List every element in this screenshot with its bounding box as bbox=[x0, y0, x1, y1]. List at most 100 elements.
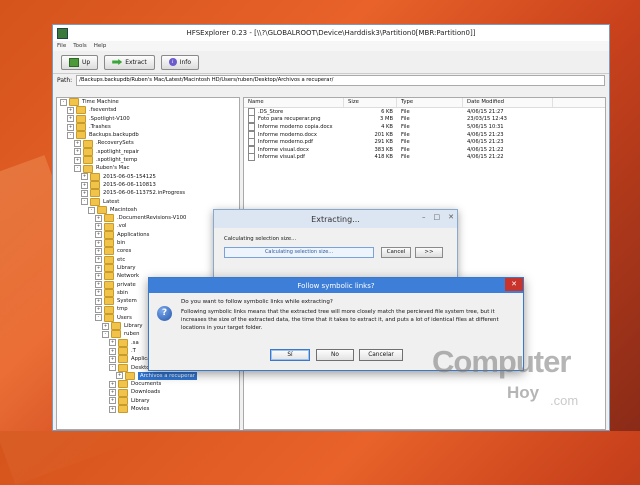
cancel-button[interactable]: Cancelar bbox=[359, 349, 403, 361]
expand-toggle-icon[interactable]: + bbox=[109, 389, 116, 397]
expand-toggle-icon[interactable]: + bbox=[109, 397, 116, 405]
tree-item[interactable]: +2015-06-06-113752.inProgress bbox=[57, 189, 239, 198]
expand-toggle-icon[interactable]: + bbox=[81, 189, 88, 197]
expand-toggle-icon[interactable]: + bbox=[109, 347, 116, 355]
tree-item[interactable]: + Movies bbox=[57, 405, 239, 414]
maximize-icon[interactable]: □ bbox=[434, 213, 441, 221]
tree-item[interactable]: + .RecoverySets bbox=[57, 139, 239, 148]
extract-cancel-button[interactable]: Cancel bbox=[381, 247, 411, 258]
expand-toggle-icon[interactable]: + bbox=[116, 372, 123, 380]
expand-toggle-icon[interactable]: + bbox=[74, 156, 81, 164]
expand-toggle-icon[interactable]: + bbox=[95, 297, 102, 305]
expand-toggle-icon[interactable]: + bbox=[109, 405, 116, 413]
tree-item[interactable]: + .spotlight_repair bbox=[57, 147, 239, 156]
close-icon[interactable]: ✕ bbox=[505, 278, 523, 291]
expand-toggle-icon[interactable]: + bbox=[95, 272, 102, 280]
menu-file[interactable]: File bbox=[57, 43, 66, 49]
file-size: 6 KB bbox=[381, 108, 393, 115]
expand-toggle-icon[interactable]: - bbox=[74, 165, 81, 173]
tree-item[interactable]: + Library bbox=[57, 396, 239, 405]
expand-toggle-icon[interactable]: + bbox=[95, 247, 102, 255]
expand-toggle-icon[interactable]: + bbox=[95, 231, 102, 239]
tree-item-label: bin bbox=[117, 240, 126, 247]
path-input[interactable] bbox=[76, 74, 605, 86]
tree-item[interactable]: + cores bbox=[57, 247, 239, 256]
column-header-type[interactable]: Type bbox=[397, 98, 463, 107]
expand-toggle-icon[interactable]: + bbox=[95, 281, 102, 289]
tree-item[interactable]: + Applications bbox=[57, 230, 239, 239]
extract-details-button[interactable]: >> bbox=[415, 247, 443, 258]
tree-item[interactable]: - Ruben's Mac bbox=[57, 164, 239, 173]
file-date: 23/03/15 12:43 bbox=[467, 116, 507, 123]
symlink-question: Do you want to follow symbolic links whi… bbox=[181, 299, 333, 305]
file-type: File bbox=[401, 116, 410, 123]
tree-item[interactable]: + Archivos a recuperar bbox=[57, 371, 239, 381]
info-button-label: Info bbox=[179, 58, 192, 66]
file-date: 4/06/15 21:22 bbox=[467, 154, 504, 161]
expand-toggle-icon[interactable]: + bbox=[95, 256, 102, 264]
tree-item[interactable]: + Downloads bbox=[57, 388, 239, 397]
folder-icon bbox=[76, 106, 86, 115]
file-date: 4/06/15 21:22 bbox=[467, 146, 504, 153]
tree-item[interactable]: + Documents bbox=[57, 380, 239, 389]
tree-item[interactable]: - Time Machine bbox=[57, 98, 239, 107]
expand-toggle-icon[interactable]: + bbox=[95, 264, 102, 272]
expand-toggle-icon[interactable]: - bbox=[81, 198, 88, 206]
expand-toggle-icon[interactable]: + bbox=[109, 339, 116, 347]
tree-item[interactable]: + .fseventsd bbox=[57, 106, 239, 115]
tree-item[interactable]: - Macintosh bbox=[57, 206, 239, 214]
expand-toggle-icon[interactable]: + bbox=[81, 181, 88, 189]
column-header-size[interactable]: Size bbox=[344, 98, 397, 107]
expand-toggle-icon[interactable]: + bbox=[95, 214, 102, 222]
column-header-date[interactable]: Date Modified bbox=[463, 98, 553, 107]
expand-toggle-icon[interactable]: + bbox=[67, 115, 74, 123]
expand-toggle-icon[interactable]: + bbox=[74, 140, 81, 148]
expand-toggle-icon[interactable]: + bbox=[95, 239, 102, 247]
expand-toggle-icon[interactable]: + bbox=[95, 306, 102, 314]
watermark-logo-hoy: Hoy bbox=[507, 383, 540, 402]
expand-toggle-icon[interactable]: + bbox=[67, 106, 74, 114]
tree-item[interactable]: + .DocumentRevisions-V100 bbox=[57, 214, 239, 223]
file-row[interactable]: Informe visual.pdf 418 KB File 4/06/15 21:2… bbox=[244, 153, 605, 162]
tree-item[interactable]: +2015-06-06-110813 bbox=[57, 181, 239, 190]
expand-toggle-icon[interactable]: + bbox=[95, 289, 102, 297]
tree-item[interactable]: + .Trashes bbox=[57, 123, 239, 132]
tree-item[interactable]: - Latest bbox=[57, 197, 239, 206]
tree-item[interactable]: + .Spotlight-V100 bbox=[57, 114, 239, 123]
extract-button[interactable]: Extract bbox=[104, 54, 155, 70]
expand-toggle-icon[interactable]: + bbox=[81, 173, 88, 181]
expand-toggle-icon[interactable]: + bbox=[67, 123, 74, 131]
expand-toggle-icon[interactable]: - bbox=[109, 364, 116, 372]
file-type: File bbox=[401, 139, 410, 146]
expand-toggle-icon[interactable]: - bbox=[88, 206, 95, 214]
tree-item[interactable]: + bin bbox=[57, 239, 239, 248]
expand-toggle-icon[interactable]: + bbox=[109, 380, 116, 388]
tree-item[interactable]: - Backups.backupdb bbox=[57, 131, 239, 140]
tree-item[interactable]: + etc bbox=[57, 255, 239, 264]
menu-help[interactable]: Help bbox=[94, 43, 107, 49]
expand-toggle-icon[interactable]: + bbox=[109, 355, 116, 363]
expand-toggle-icon[interactable]: - bbox=[60, 98, 67, 106]
up-button[interactable]: Up bbox=[61, 54, 99, 70]
menu-tools[interactable]: Tools bbox=[73, 43, 87, 49]
tree-item-label: .vol bbox=[117, 223, 127, 230]
tree-item[interactable]: +2015-06-05-154125 bbox=[57, 172, 239, 181]
expand-toggle-icon[interactable]: + bbox=[102, 322, 109, 330]
tree-item[interactable]: + .vol bbox=[57, 222, 239, 231]
expand-toggle-icon[interactable]: - bbox=[95, 314, 102, 322]
column-header-name[interactable]: Name bbox=[244, 98, 344, 107]
no-button[interactable]: No bbox=[316, 349, 354, 361]
minimize-icon[interactable]: – bbox=[422, 213, 426, 221]
window-titlebar: HFSExplorer 0.23 - [\\?\GLOBALROOT\Devic… bbox=[53, 25, 609, 41]
close-icon[interactable]: ✕ bbox=[448, 213, 454, 221]
folder-icon bbox=[90, 181, 100, 190]
expand-toggle-icon[interactable]: - bbox=[102, 330, 109, 338]
expand-toggle-icon[interactable]: + bbox=[95, 223, 102, 231]
expand-toggle-icon[interactable]: - bbox=[67, 131, 74, 139]
info-button[interactable]: i Info bbox=[160, 54, 200, 70]
tree-item[interactable]: + .spotlight_temp bbox=[57, 156, 239, 165]
expand-toggle-icon[interactable]: + bbox=[74, 148, 81, 156]
tree-item[interactable]: + Library bbox=[57, 264, 239, 273]
yes-button[interactable]: Sí bbox=[270, 349, 310, 361]
watermark-logo-dotcom: .com bbox=[550, 393, 579, 408]
